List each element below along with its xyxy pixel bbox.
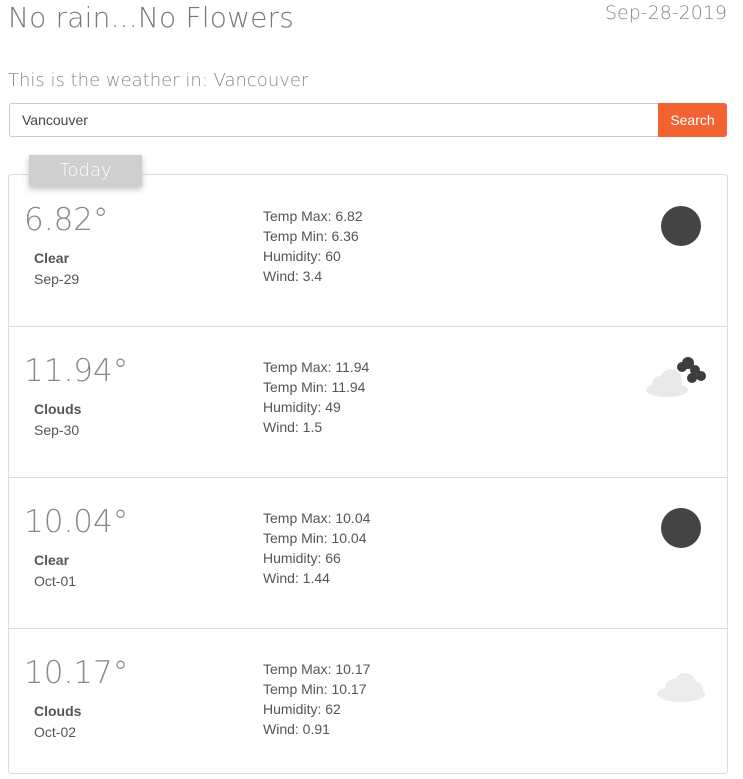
forecast-date: Sep-30 (34, 422, 80, 438)
cloud-icon (657, 673, 705, 702)
temp-min: Temp Min: 10.04 (263, 530, 367, 546)
temperature: 6.82° (24, 202, 109, 238)
temp-max: Temp Max: 10.17 (263, 661, 371, 677)
clear-moon-icon (661, 508, 701, 548)
wind: Wind: 0.91 (263, 721, 330, 737)
forecast-date: Oct-01 (34, 573, 77, 589)
condition: Clear (34, 250, 70, 266)
weather-details: Temp Max: 6.82 Temp Min: 6.36 Humidity: … (263, 206, 363, 286)
weather-details: Temp Max: 11.94 Temp Min: 11.94 Humidity… (263, 357, 369, 437)
condition: Clouds (34, 401, 82, 417)
forecast-date: Oct-02 (34, 724, 77, 740)
forecast-row: 11.94° Clouds Sep-30 Temp Max: 11.94 Tem… (9, 326, 727, 478)
wind: Wind: 3.4 (263, 268, 323, 284)
forecast-row: 6.82° Clear Sep-29 Temp Max: 6.82 Temp M… (9, 175, 727, 327)
wind: Wind: 1.44 (263, 570, 330, 586)
weather-details: Temp Max: 10.17 Temp Min: 10.17 Humidity… (263, 659, 370, 739)
humidity: Humidity: 49 (263, 399, 341, 415)
temperature: 10.17° (24, 655, 129, 691)
temp-max: Temp Max: 10.04 (263, 510, 371, 526)
humidity: Humidity: 60 (263, 248, 341, 264)
temp-max: Temp Max: 6.82 (263, 208, 363, 224)
broken-clouds-icon (646, 357, 706, 397)
temp-min: Temp Min: 10.17 (263, 681, 367, 697)
temperature: 11.94° (24, 353, 129, 389)
search-button[interactable]: Search (658, 103, 727, 137)
condition: Clouds (34, 703, 82, 719)
location-subtitle: This is the weather in: Vancouver (8, 70, 309, 91)
temp-max: Temp Max: 11.94 (263, 359, 370, 375)
forecast-list: 6.82° Clear Sep-29 Temp Max: 6.82 Temp M… (8, 174, 728, 774)
temperature: 10.04° (24, 504, 129, 540)
app-title: No rain...No Flowers (8, 1, 295, 34)
current-date: Sep-28-2019 (604, 2, 727, 24)
forecast-row: 10.17° Clouds Oct-02 Temp Max: 10.17 Tem… (9, 628, 727, 779)
humidity: Humidity: 66 (263, 550, 341, 566)
temp-min: Temp Min: 6.36 (263, 228, 359, 244)
forecast-row: 10.04° Clear Oct-01 Temp Max: 10.04 Temp… (9, 477, 727, 629)
wind: Wind: 1.5 (263, 419, 323, 435)
condition: Clear (34, 552, 70, 568)
today-tab[interactable]: Today (29, 155, 142, 186)
city-search-input[interactable] (9, 103, 658, 137)
clear-moon-icon (661, 206, 701, 246)
humidity: Humidity: 62 (263, 701, 341, 717)
temp-min: Temp Min: 11.94 (263, 379, 366, 395)
weather-details: Temp Max: 10.04 Temp Min: 10.04 Humidity… (263, 508, 370, 588)
search-bar: Search (9, 103, 727, 137)
forecast-date: Sep-29 (34, 271, 80, 287)
